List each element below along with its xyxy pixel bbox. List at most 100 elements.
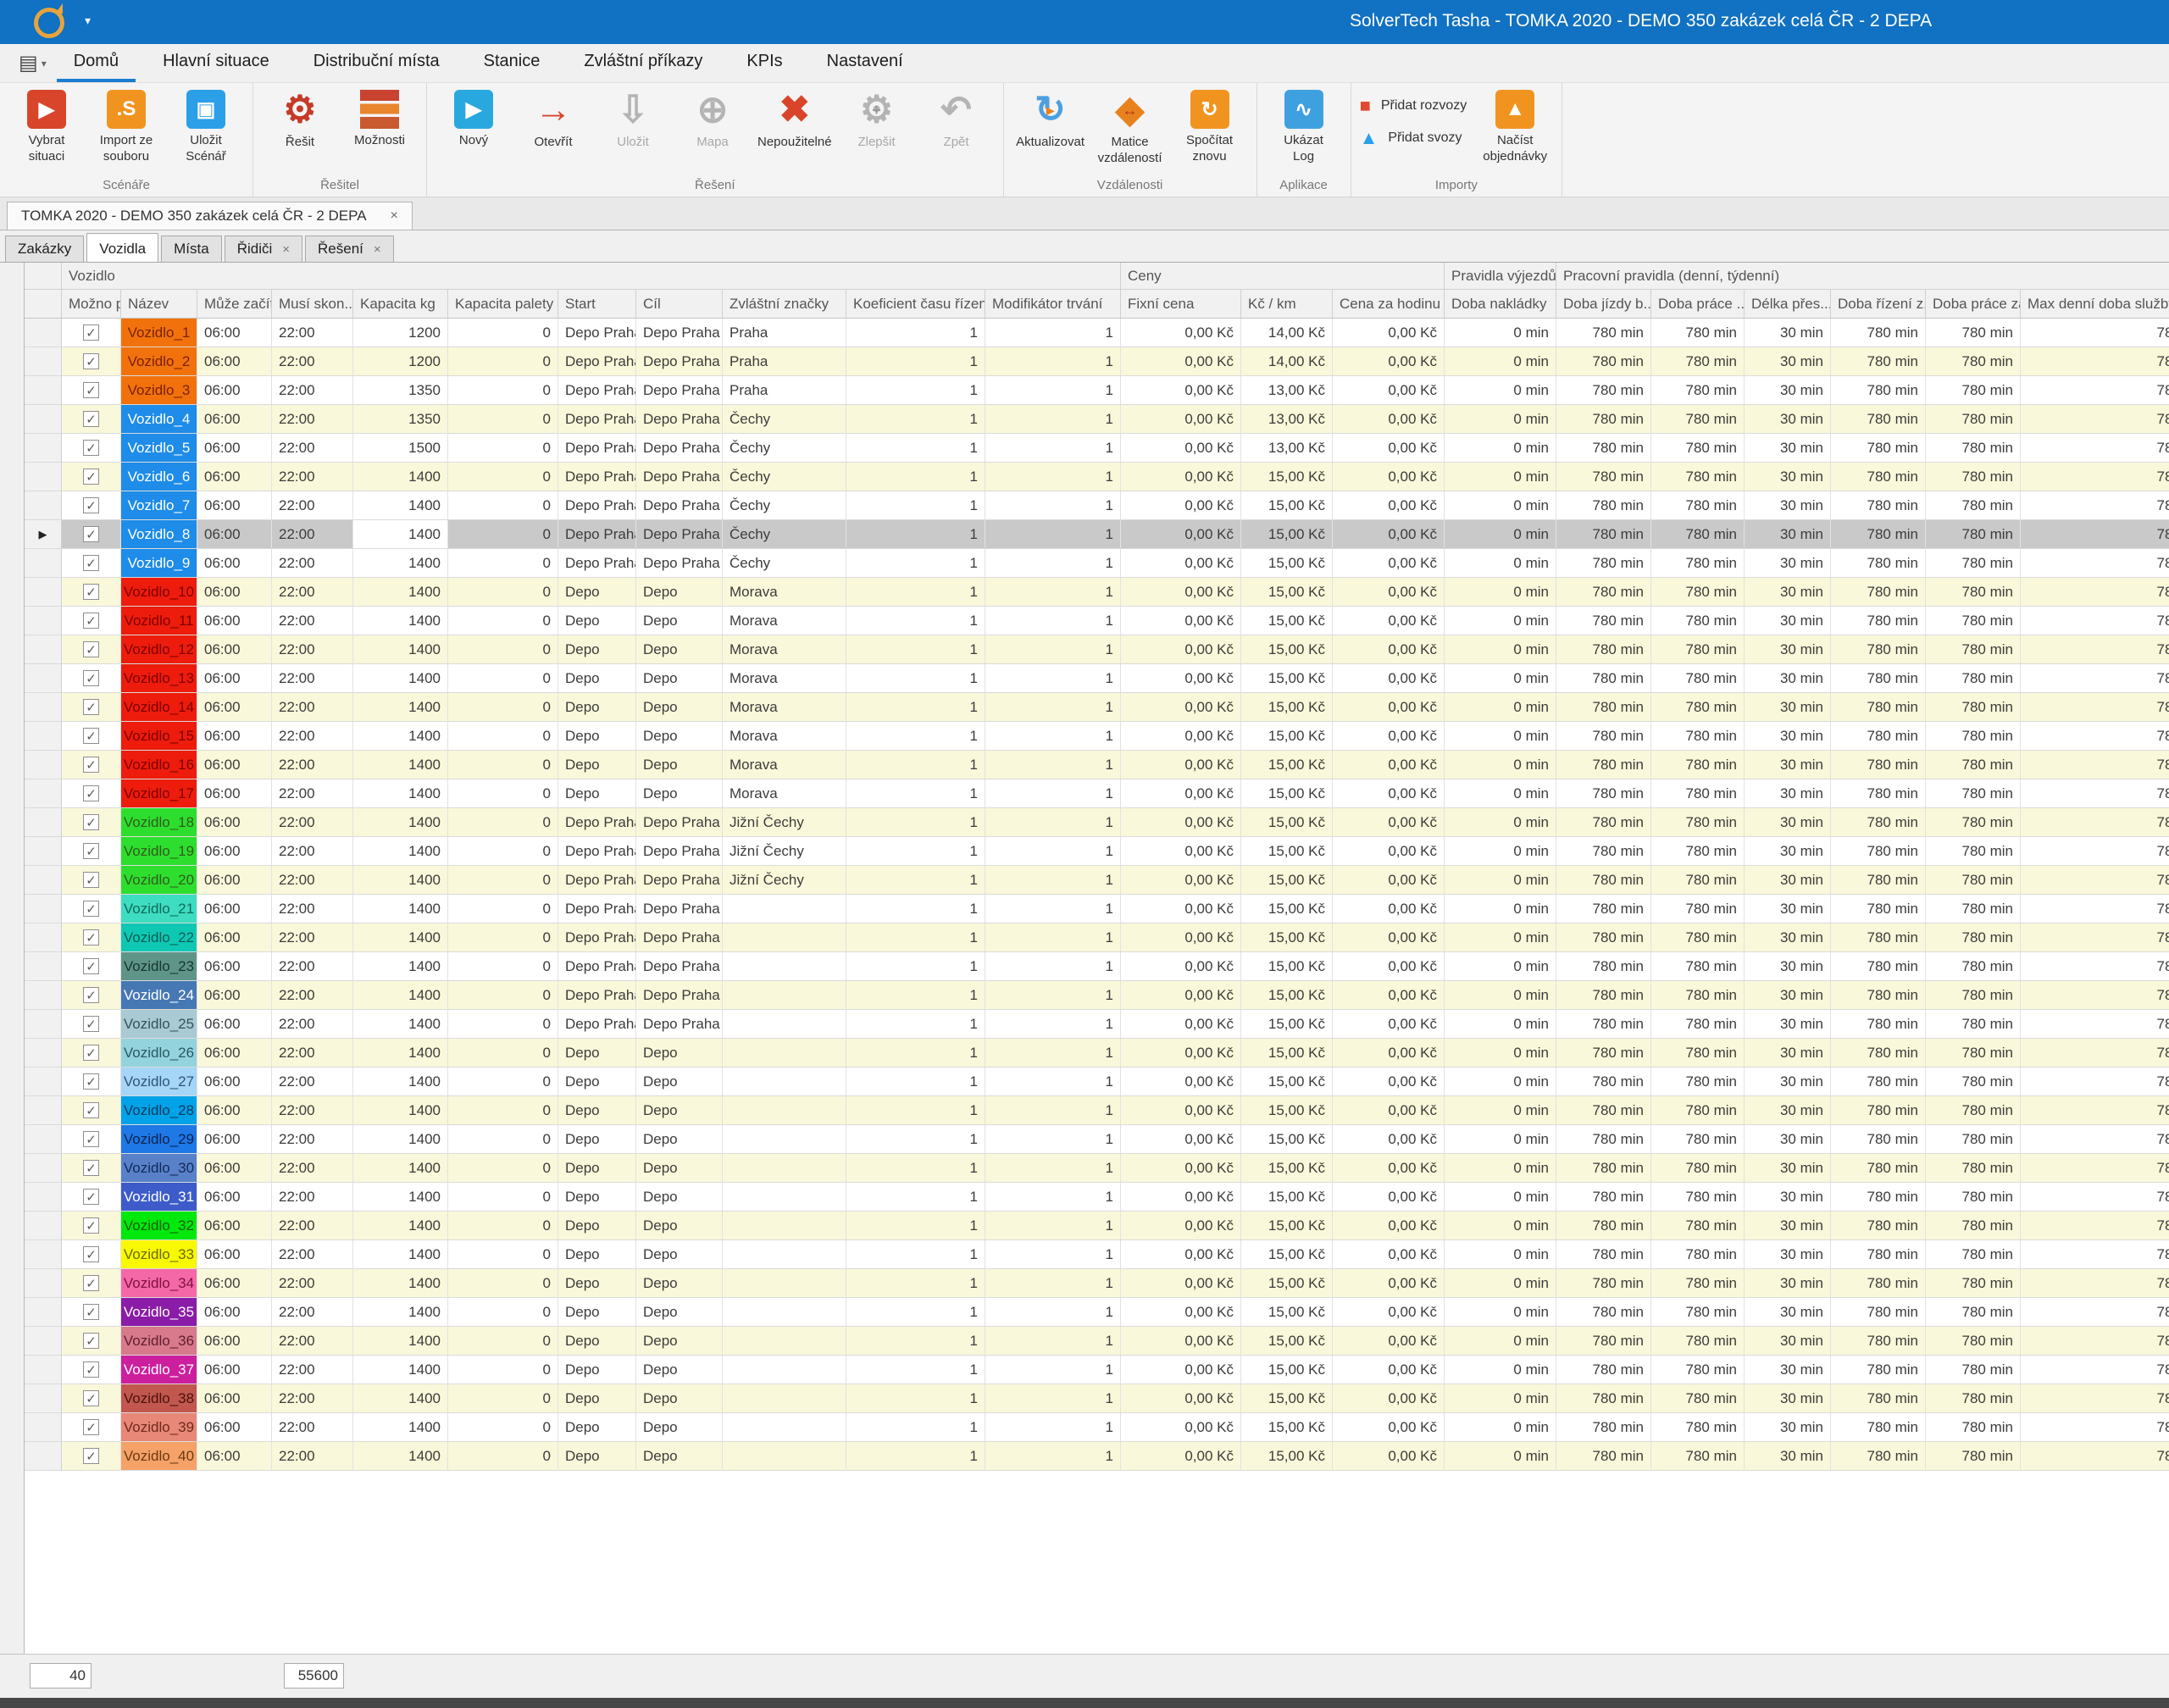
cell-musi[interactable]: 22:00 [272,491,353,520]
cell-modif[interactable]: 1 [985,520,1121,549]
cell-doba_jizdy[interactable]: 780 min [1556,837,1651,866]
button-mo-nosti[interactable]: Možnosti [340,86,419,149]
cell-cil[interactable]: Depo [636,1413,723,1442]
cell-max_denni[interactable]: 780 min [2021,1298,2169,1327]
cell-doba_prace[interactable]: 780 min [1651,952,1745,981]
cell-start[interactable]: Depo Praha [558,405,636,434]
cell-musi[interactable]: 22:00 [272,1125,353,1154]
cell-doba_prace[interactable]: 780 min [1651,693,1745,722]
cell-koef[interactable]: 1 [846,1240,985,1269]
cell-cena_hod[interactable]: 0,00 Kč [1333,1442,1445,1471]
cell-max_denni[interactable]: 780 min [2021,808,2169,837]
cell-palety[interactable]: 0 [448,491,558,520]
cell-modif[interactable]: 1 [985,722,1121,751]
cell-kckm[interactable]: 15,00 Kč [1241,1125,1333,1154]
cell-start[interactable]: Depo Praha [558,520,636,549]
cell-max_denni[interactable]: 780 min [2021,1413,2169,1442]
cell-modif[interactable]: 1 [985,347,1121,376]
cell-cena_hod[interactable]: 0,00 Kč [1333,693,1445,722]
cell-delka_pres[interactable]: 30 min [1745,1154,1831,1183]
cell-start[interactable]: Depo [558,607,636,635]
cell-doba_rizeni[interactable]: 780 min [1831,1298,1926,1327]
cell-doba_prace[interactable]: 780 min [1651,1096,1745,1125]
cell-fixni[interactable]: 0,00 Kč [1121,693,1241,722]
cell-palety[interactable]: 0 [448,1212,558,1240]
cell-fixni[interactable]: 0,00 Kč [1121,1384,1241,1413]
cell-delka_pres[interactable]: 30 min [1745,722,1831,751]
cell-kckm[interactable]: 15,00 Kč [1241,1096,1333,1125]
cell-doba_nakl[interactable]: 0 min [1445,578,1556,607]
cell-znacky[interactable] [723,1269,846,1298]
cell-muze[interactable]: 06:00 [197,491,272,520]
cell-fixni[interactable]: 0,00 Kč [1121,319,1241,347]
button-nepou-iteln[interactable]: ✖Nepoužitelné [752,86,837,151]
cell-kckm[interactable]: 15,00 Kč [1241,491,1333,520]
cell-kckm[interactable]: 15,00 Kč [1241,693,1333,722]
cell-doba_rizeni[interactable]: 780 min [1831,1442,1926,1471]
cell-modif[interactable]: 1 [985,434,1121,463]
cell-max_denni[interactable]: 780 min [2021,376,2169,405]
cell-musi[interactable]: 22:00 [272,1442,353,1471]
cell-doba_nakl[interactable]: 0 min [1445,1183,1556,1212]
cell-palety[interactable]: 0 [448,376,558,405]
cell-koef[interactable]: 1 [846,549,985,578]
cell-fixni[interactable]: 0,00 Kč [1121,923,1241,952]
cell-nazev[interactable]: Vozidlo_19 [121,837,197,866]
cell-start[interactable]: Depo [558,722,636,751]
cell-doba_prace_za[interactable]: 780 min [1926,1212,2021,1240]
cell-start[interactable]: Depo Praha [558,491,636,520]
cell-kg[interactable]: 1400 [353,923,448,952]
cell-musi[interactable]: 22:00 [272,1298,353,1327]
cell-nazev[interactable]: Vozidlo_29 [121,1125,197,1154]
cell-doba_prace_za[interactable]: 780 min [1926,895,2021,923]
cell-doba_prace_za[interactable]: 780 min [1926,434,2021,463]
cell-palety[interactable]: 0 [448,923,558,952]
cell-fixni[interactable]: 0,00 Kč [1121,405,1241,434]
cell-fixni[interactable]: 0,00 Kč [1121,549,1241,578]
cell-muze[interactable]: 06:00 [197,405,272,434]
cell-max_denni[interactable]: 780 min [2021,463,2169,491]
cell-doba_jizdy[interactable]: 780 min [1556,1039,1651,1068]
cell-doba_nakl[interactable]: 0 min [1445,895,1556,923]
cell-koef[interactable]: 1 [846,779,985,808]
cell-znacky[interactable] [723,1068,846,1096]
cell-doba_rizeni[interactable]: 780 min [1831,1125,1926,1154]
checkbox[interactable]: ✓ [83,1045,99,1061]
cell-doba_prace[interactable]: 780 min [1651,1212,1745,1240]
cell-modif[interactable]: 1 [985,1413,1121,1442]
cell-muze[interactable]: 06:00 [197,1010,272,1039]
cell-delka_pres[interactable]: 30 min [1745,376,1831,405]
cell-palety[interactable]: 0 [448,1068,558,1096]
cell-cena_hod[interactable]: 0,00 Kč [1333,1384,1445,1413]
cell-musi[interactable]: 22:00 [272,693,353,722]
column-header-znacky[interactable]: Zvláštní značky [723,290,846,319]
cell-palety[interactable]: 0 [448,1327,558,1356]
cell-cil[interactable]: Depo [636,1298,723,1327]
cell-znacky[interactable]: Čechy [723,463,846,491]
cell-delka_pres[interactable]: 30 min [1745,405,1831,434]
cell-cena_hod[interactable]: 0,00 Kč [1333,319,1445,347]
cell-cena_hod[interactable]: 0,00 Kč [1333,751,1445,779]
cell-kckm[interactable]: 13,00 Kč [1241,376,1333,405]
cell-koef[interactable]: 1 [846,434,985,463]
cell-kckm[interactable]: 15,00 Kč [1241,1183,1333,1212]
cell-doba_jizdy[interactable]: 780 min [1556,664,1651,693]
cell-delka_pres[interactable]: 30 min [1745,1240,1831,1269]
cell-max_denni[interactable]: 780 min [2021,491,2169,520]
cell-start[interactable]: Depo Praha [558,895,636,923]
cell-palety[interactable]: 0 [448,434,558,463]
cell-modif[interactable]: 1 [985,1327,1121,1356]
cell-cil[interactable]: Depo [636,693,723,722]
cell-modif[interactable]: 1 [985,405,1121,434]
cell-muze[interactable]: 06:00 [197,463,272,491]
cell-max_denni[interactable]: 780 min [2021,549,2169,578]
cell-modif[interactable]: 1 [985,549,1121,578]
cell-cil[interactable]: Depo [636,664,723,693]
cell-delka_pres[interactable]: 30 min [1745,549,1831,578]
cell-kckm[interactable]: 14,00 Kč [1241,347,1333,376]
cell-delka_pres[interactable]: 30 min [1745,347,1831,376]
cell-start[interactable]: Depo Praha [558,434,636,463]
cell-doba_nakl[interactable]: 0 min [1445,1010,1556,1039]
cell-doba_jizdy[interactable]: 780 min [1556,1183,1651,1212]
cell-doba_jizdy[interactable]: 780 min [1556,923,1651,952]
